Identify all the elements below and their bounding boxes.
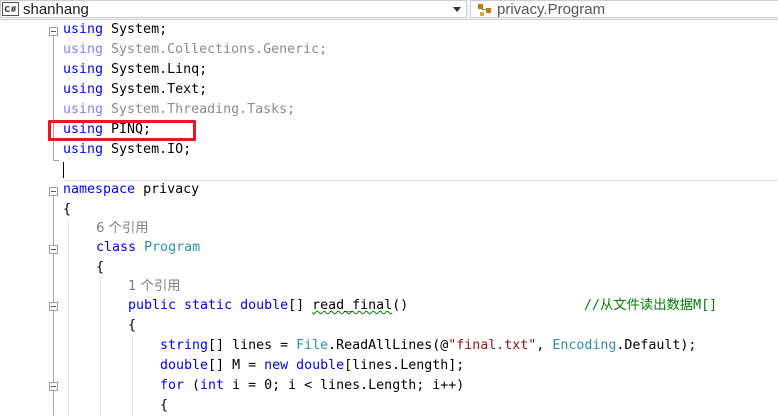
code-line-brace[interactable]: { <box>160 396 168 416</box>
keyword-for: for <box>160 378 185 393</box>
namespace-ref: System.IO; <box>103 142 192 157</box>
project-name: shanhang <box>23 1 89 18</box>
code-text: .ReadAllLines(@ <box>328 338 449 353</box>
code-line-brace[interactable]: { <box>96 258 104 278</box>
keyword-using: using <box>63 42 104 57</box>
code-line-using-system[interactable]: using System; <box>63 20 167 40</box>
code-line-using-text[interactable]: using System.Text; <box>63 80 207 100</box>
keyword-using: using <box>63 22 104 37</box>
brace: { <box>160 398 169 413</box>
collapse-method-icon[interactable] <box>49 302 58 311</box>
code-line-brace[interactable]: { <box>128 316 136 336</box>
code-editor[interactable]: using System; using System.Collections.G… <box>0 20 778 415</box>
keyword-int: int <box>200 378 225 393</box>
brace: { <box>63 202 72 217</box>
navigation-bar: C# shanhang privacy.Program <box>0 0 778 20</box>
code-line-using-io[interactable]: using System.IO; <box>63 140 191 160</box>
indent-guide <box>68 220 69 415</box>
method-modifiers: public static double <box>128 298 289 313</box>
editor-margin <box>0 20 18 415</box>
namespace-ref: System.Linq; <box>103 62 208 77</box>
code-text: ( <box>184 378 201 393</box>
code-line-brace[interactable]: { <box>63 200 71 220</box>
keyword-using: using <box>63 102 104 117</box>
keyword-new: new <box>264 358 289 373</box>
keyword-using: using <box>63 142 104 157</box>
keyword-using: using <box>63 62 104 77</box>
keyword-using: using <box>63 82 104 97</box>
method-name: read_final <box>312 298 393 313</box>
comment-text: //从文件读出数据M[] <box>584 298 718 313</box>
code-text: [] M = <box>208 358 265 373</box>
brace: { <box>128 318 137 333</box>
reference-count[interactable]: 1 个引用 <box>128 279 181 294</box>
code-text: i = 0; i < lines.Length; i++) <box>224 378 465 393</box>
namespace-ref: System.Text; <box>103 82 208 97</box>
collapse-class-icon[interactable] <box>49 245 58 254</box>
namespace-ref: System.Collections.Generic; <box>103 42 328 57</box>
code-line-using-tasks[interactable]: using System.Threading.Tasks; <box>63 100 295 120</box>
outline-line <box>53 36 54 160</box>
class-name-token: Program <box>144 240 201 255</box>
namespace-ref: System; <box>103 22 168 37</box>
code-line-class[interactable]: class Program <box>96 238 200 258</box>
annotation-highlight-box <box>48 120 196 141</box>
brace: { <box>96 260 105 275</box>
code-line-array-alloc[interactable]: double[] M = new double[lines.Length]; <box>160 356 464 376</box>
keyword-double: double <box>288 358 345 373</box>
keyword-namespace: namespace <box>63 182 136 197</box>
keyword-string: string <box>160 338 209 353</box>
code-line-read-lines[interactable]: string[] lines = File.ReadAllLines(@"fin… <box>160 336 696 356</box>
parens: () <box>392 298 409 313</box>
namespace-name: privacy <box>135 182 200 197</box>
namespace-ref: System.Threading.Tasks; <box>103 102 296 117</box>
keyword-double: double <box>160 358 209 373</box>
class-member-icon <box>478 4 491 16</box>
class-dropdown[interactable]: privacy.Program <box>470 0 778 18</box>
type-file: File <box>296 338 329 353</box>
collapse-for-icon[interactable] <box>49 382 58 391</box>
code-text: .Default); <box>616 338 697 353</box>
code-text: [] lines = <box>208 338 297 353</box>
codelens-method-references[interactable]: 1 个引用 <box>128 277 181 297</box>
type-encoding: Encoding <box>552 338 617 353</box>
code-line-namespace[interactable]: namespace privacy <box>63 180 199 200</box>
chevron-down-icon[interactable] <box>453 7 461 12</box>
code-text: [lines.Length]; <box>344 358 465 373</box>
code-line-method[interactable]: public static double[] read_final() <box>128 296 408 316</box>
collapse-namespace-icon[interactable] <box>49 187 58 196</box>
class-name: privacy.Program <box>497 1 606 18</box>
code-line-for[interactable]: for (int i = 0; i < lines.Length; i++) <box>160 376 464 396</box>
indent-guide <box>132 336 133 415</box>
csharp-project-icon: C# <box>2 2 19 16</box>
code-text: , <box>536 338 553 353</box>
keyword-class: class <box>96 240 137 255</box>
code-comment: //从文件读出数据M[] <box>584 296 717 316</box>
indent-guide <box>100 278 101 415</box>
outline-end <box>53 160 59 161</box>
collapse-usings-icon[interactable] <box>49 27 58 36</box>
code-line-using-linq[interactable]: using System.Linq; <box>63 60 207 80</box>
array-brackets: [] <box>288 298 313 313</box>
project-dropdown[interactable]: C# shanhang <box>0 0 467 18</box>
reference-count[interactable]: 6 个引用 <box>96 221 149 236</box>
code-line-using-collections[interactable]: using System.Collections.Generic; <box>63 40 327 60</box>
text-cursor <box>63 162 64 178</box>
codelens-class-references[interactable]: 6 个引用 <box>96 219 149 239</box>
string-literal: "final.txt" <box>448 338 537 353</box>
